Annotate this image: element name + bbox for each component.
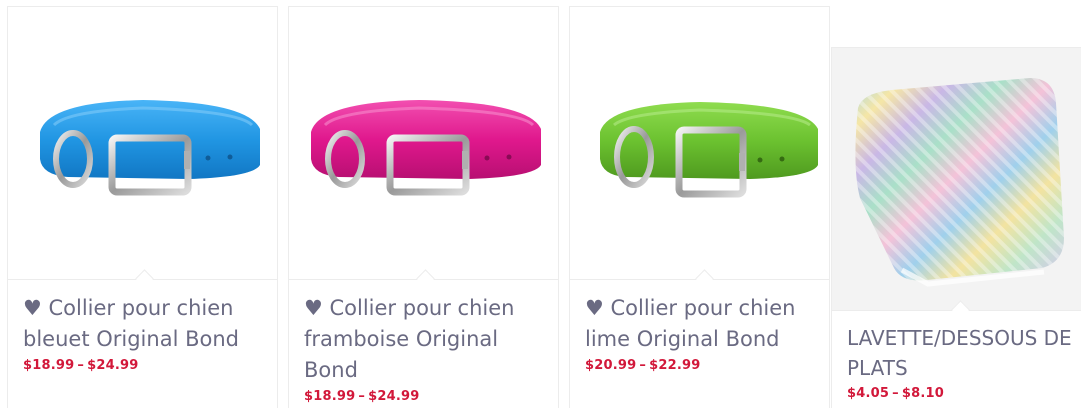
product-info: ♥ Collier pour chien lime Original Bond … — [585, 293, 821, 373]
price-max: $24.99 — [87, 358, 139, 373]
product-info: ♥ Collier pour chien framboise Original … — [304, 293, 550, 404]
price-separator: – — [358, 389, 366, 404]
dog-collar-pink-icon — [311, 100, 541, 196]
product-price: $4.05– $8.10 — [847, 386, 1073, 401]
product-title[interactable]: ♥ Collier pour chien lime Original Bond — [585, 293, 821, 355]
price-max: $8.10 — [901, 386, 944, 401]
product-card-dishcloth[interactable]: LAVETTE/DESSOUS DE PLATS $4.05– $8.10 — [831, 47, 1081, 408]
product-price: $18.99– $24.99 — [23, 358, 269, 373]
price-separator: – — [639, 358, 647, 373]
product-card-green-collar[interactable]: ♥ Collier pour chien lime Original Bond … — [569, 6, 830, 408]
price-max: $24.99 — [368, 389, 420, 404]
price-min: $18.99 — [304, 389, 356, 404]
price-min: $20.99 — [585, 358, 637, 373]
product-card-pink-collar[interactable]: ♥ Collier pour chien framboise Original … — [288, 6, 559, 408]
product-title[interactable]: ♥ Collier pour chien bleuet Original Bon… — [23, 293, 269, 355]
price-min: $18.99 — [23, 358, 75, 373]
product-grid: ♥ Collier pour chien bleuet Original Bon… — [0, 0, 1081, 408]
product-info: LAVETTE/DESSOUS DE PLATS $4.05– $8.10 — [847, 323, 1073, 401]
price-separator: – — [77, 358, 85, 373]
product-title[interactable]: ♥ Collier pour chien framboise Original … — [304, 293, 550, 386]
product-image-link[interactable] — [289, 7, 558, 280]
price-min: $4.05 — [847, 386, 890, 401]
product-image-link[interactable] — [570, 7, 829, 280]
product-price: $20.99– $22.99 — [585, 358, 821, 373]
product-image-link[interactable] — [8, 7, 277, 280]
price-max: $22.99 — [649, 358, 701, 373]
price-separator: – — [892, 386, 899, 401]
product-image-link[interactable] — [832, 48, 1081, 311]
product-info: ♥ Collier pour chien bleuet Original Bon… — [23, 293, 269, 373]
product-title[interactable]: LAVETTE/DESSOUS DE PLATS — [847, 323, 1073, 383]
dog-collar-blue-icon — [40, 100, 260, 196]
product-card-blue-collar[interactable]: ♥ Collier pour chien bleuet Original Bon… — [7, 6, 278, 408]
dog-collar-green-icon — [600, 102, 818, 198]
knitted-dishcloth-icon — [855, 78, 1064, 287]
product-price: $18.99– $24.99 — [304, 389, 550, 404]
